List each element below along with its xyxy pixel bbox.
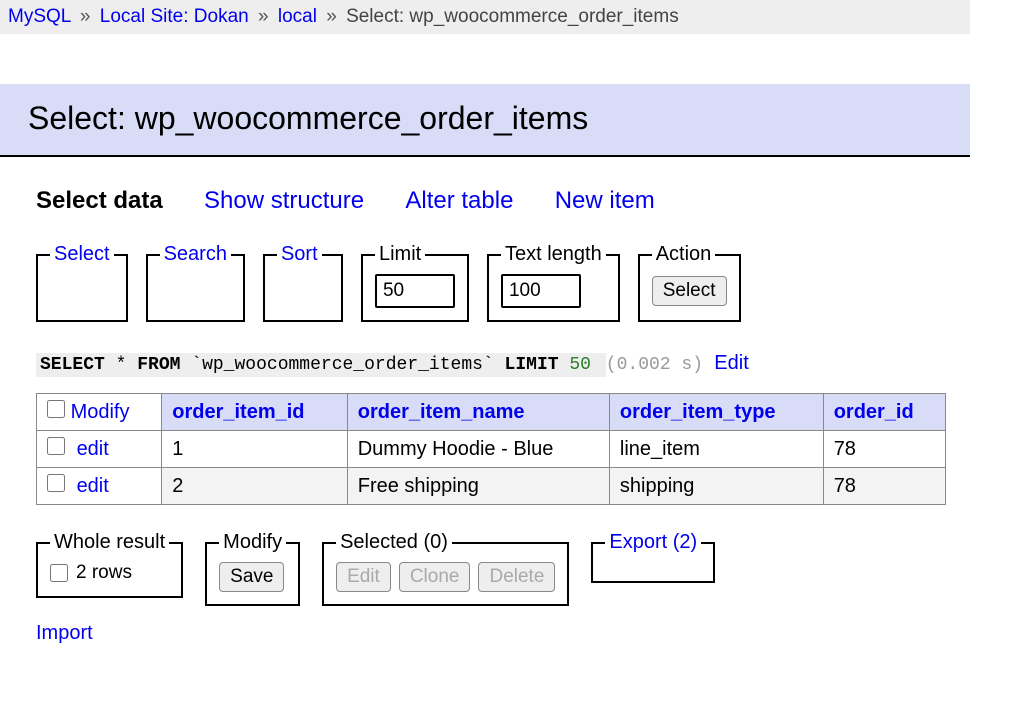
- breadcrumb-sep: »: [258, 6, 269, 27]
- fieldset-select[interactable]: Select: [36, 243, 128, 322]
- cell-order-item-id: 1: [162, 431, 348, 468]
- breadcrumb-current: Select: wp_woocommerce_order_items: [346, 6, 679, 27]
- limit-input[interactable]: [375, 274, 455, 308]
- fieldset-selected: Selected (0) Edit Clone Delete: [322, 531, 569, 606]
- table-header-row: Modify order_item_id order_item_name ord…: [37, 394, 946, 431]
- legend-sort[interactable]: Sort: [277, 243, 322, 266]
- title-wrap: Select: wp_woocommerce_order_items: [0, 84, 970, 157]
- sql-table: `wp_woocommerce_order_items`: [191, 355, 493, 375]
- sql-limit-n: 50: [569, 355, 591, 375]
- filter-row: Select Search Sort Limit Text length Act…: [36, 243, 970, 322]
- sql-query: SELECT * FROM `wp_woocommerce_order_item…: [36, 355, 703, 375]
- select-button[interactable]: Select: [652, 276, 727, 306]
- modify-label[interactable]: Modify: [71, 401, 130, 423]
- tab-show-structure[interactable]: Show structure: [204, 187, 364, 214]
- row-edit-cell: edit: [37, 468, 162, 505]
- breadcrumb-link-mysql[interactable]: MySQL: [8, 6, 71, 27]
- fieldset-limit: Limit: [361, 243, 469, 322]
- page-title: Select: wp_woocommerce_order_items: [28, 100, 942, 137]
- col-modify[interactable]: Modify: [37, 394, 162, 431]
- table-row: edit 2 Free shipping shipping 78: [37, 468, 946, 505]
- col-order-item-type[interactable]: order_item_type: [609, 394, 823, 431]
- sql-kw-select: SELECT: [40, 355, 105, 375]
- legend-limit: Limit: [375, 243, 425, 266]
- row-edit-link[interactable]: edit: [77, 438, 109, 460]
- text-length-input[interactable]: [501, 274, 581, 308]
- breadcrumb-link-db[interactable]: local: [278, 6, 317, 27]
- row-checkbox[interactable]: [47, 474, 65, 492]
- legend-text-length: Text length: [501, 243, 606, 266]
- col-order-item-name[interactable]: order_item_name: [347, 394, 609, 431]
- sql-timing: (0.002 s): [606, 355, 703, 375]
- legend-selected: Selected (0): [336, 531, 452, 554]
- row-edit-link[interactable]: edit: [77, 475, 109, 497]
- fieldset-whole-result: Whole result 2 rows: [36, 531, 183, 598]
- sql-kw-limit: LIMIT: [505, 355, 559, 375]
- selected-edit-button[interactable]: Edit: [336, 562, 391, 592]
- legend-select[interactable]: Select: [50, 243, 114, 266]
- cell-order-id: 78: [823, 431, 945, 468]
- select-all-checkbox[interactable]: [47, 400, 65, 418]
- fieldset-sort[interactable]: Sort: [263, 243, 343, 322]
- cell-order-item-id: 2: [162, 468, 348, 505]
- col-order-id[interactable]: order_id: [823, 394, 945, 431]
- breadcrumb-link-site[interactable]: Local Site: Dokan: [100, 6, 249, 27]
- selected-clone-button[interactable]: Clone: [399, 562, 471, 592]
- cell-order-item-type: shipping: [609, 468, 823, 505]
- breadcrumb: MySQL » Local Site: Dokan » local » Sele…: [0, 0, 970, 34]
- sql-kw-from: FROM: [137, 355, 180, 375]
- legend-action: Action: [652, 243, 716, 266]
- table-row: edit 1 Dummy Hoodie - Blue line_item 78: [37, 431, 946, 468]
- save-button[interactable]: Save: [219, 562, 284, 592]
- legend-modify: Modify: [219, 531, 286, 554]
- tabs: Select data Show structure Alter table N…: [36, 187, 970, 215]
- cell-order-item-name: Free shipping: [347, 468, 609, 505]
- legend-whole-result: Whole result: [50, 531, 169, 554]
- sql-line-wrap: SELECT * FROM `wp_woocommerce_order_item…: [36, 352, 970, 385]
- cell-order-item-name: Dummy Hoodie - Blue: [347, 431, 609, 468]
- fieldset-text-length: Text length: [487, 243, 620, 322]
- breadcrumb-sep: »: [80, 6, 91, 27]
- legend-search[interactable]: Search: [160, 243, 231, 266]
- row-edit-cell: edit: [37, 431, 162, 468]
- fieldset-modify: Modify Save: [205, 531, 300, 606]
- fieldset-export[interactable]: Export (2): [591, 531, 715, 583]
- sql-star: *: [116, 355, 127, 375]
- fieldset-action: Action Select: [638, 243, 741, 322]
- footer-row: Whole result 2 rows Modify Save Selected…: [36, 531, 970, 606]
- import-link[interactable]: Import: [36, 622, 93, 645]
- row-checkbox[interactable]: [47, 437, 65, 455]
- cell-order-id: 78: [823, 468, 945, 505]
- title-bar: Select: wp_woocommerce_order_items: [0, 84, 970, 155]
- tab-select-data[interactable]: Select data: [36, 187, 163, 214]
- whole-result-checkbox[interactable]: [50, 564, 68, 582]
- cell-order-item-type: line_item: [609, 431, 823, 468]
- col-order-item-id[interactable]: order_item_id: [162, 394, 348, 431]
- sql-edit-link[interactable]: Edit: [714, 352, 748, 374]
- breadcrumb-sep: »: [326, 6, 337, 27]
- legend-export[interactable]: Export (2): [605, 531, 701, 554]
- results-table: Modify order_item_id order_item_name ord…: [36, 393, 946, 505]
- tab-new-item[interactable]: New item: [555, 187, 655, 214]
- selected-delete-button[interactable]: Delete: [478, 562, 555, 592]
- fieldset-search[interactable]: Search: [146, 243, 245, 322]
- tab-alter-table[interactable]: Alter table: [405, 187, 513, 214]
- rows-count-label: 2 rows: [76, 562, 132, 584]
